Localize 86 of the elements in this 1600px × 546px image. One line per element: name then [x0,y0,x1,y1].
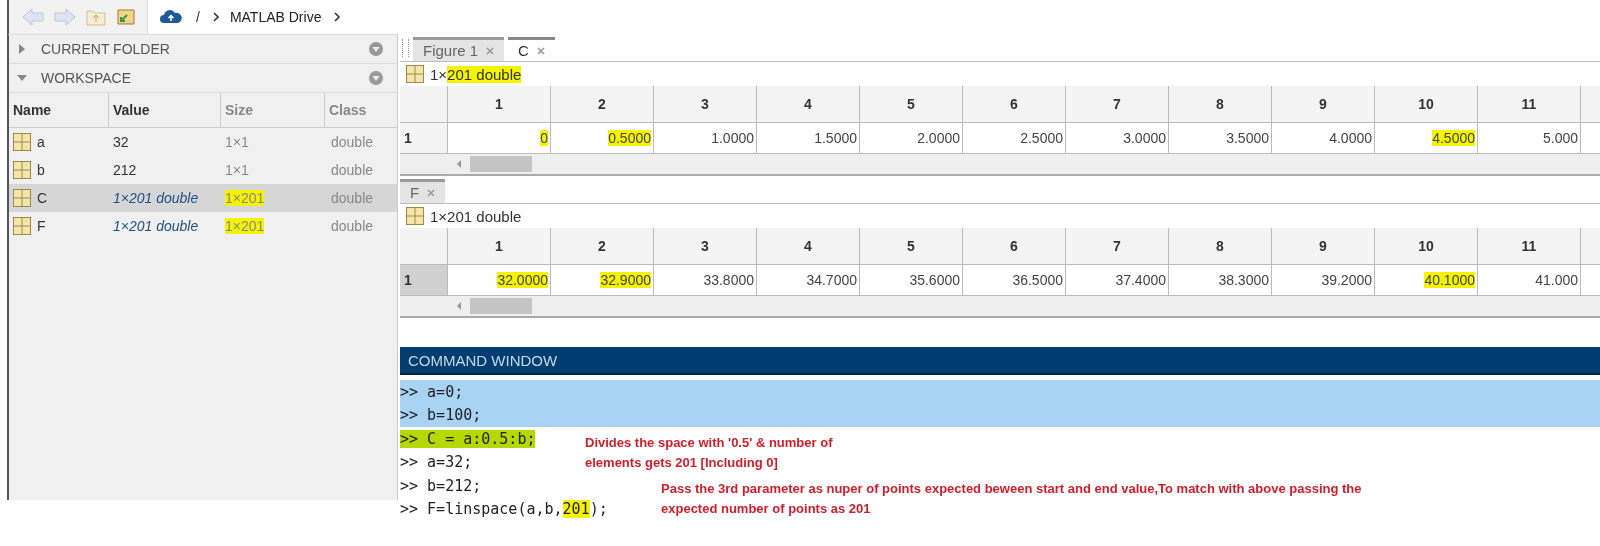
table-cell: 5.000 [1478,123,1581,153]
options-icon[interactable] [369,71,383,85]
tab-label: Figure 1 [423,42,479,59]
table-cell: 0 [448,123,551,153]
command-window-title: COMMAND WINDOW [400,347,1600,375]
column-header[interactable]: Value [109,93,221,127]
variable-name: F [37,218,46,234]
options-icon[interactable] [369,42,383,56]
variable-class: double [330,190,375,206]
table-cell: 36.5000 [963,265,1066,295]
tab-label: C [518,42,529,59]
table-cell: 37.4000 [1066,265,1169,295]
annotation-note: Pass the 3rd parameter as nuper of points expected beween start and end value,To match with above passing the expected number of points as 201 [661,480,1362,518]
variable-size: 1×1 [224,162,250,178]
row-header[interactable]: 1 [400,123,448,153]
table-cell: 35.6000 [860,265,963,295]
variable-class: double [330,162,375,178]
chevron-right-icon[interactable] [333,12,342,22]
table-cell: 3.5000 [1169,123,1272,153]
variable-value: 212 [112,162,138,178]
forward-arrow-icon[interactable] [53,7,77,27]
table-cell: 32.9000 [551,265,654,295]
command-line: >> b=212; [400,475,482,497]
column-header[interactable]: Name [9,93,109,127]
tab-label: F [410,184,420,201]
variable-size: 1×201 [224,218,266,234]
workspace-row[interactable]: a 32 1×1 double [9,128,397,156]
close-icon[interactable] [536,46,545,55]
workspace-row[interactable]: F 1×201 double 1×201 double [9,212,397,240]
variable-value: 32 [112,134,130,150]
variable-size: 1×1 [224,134,250,150]
scrollbar-thumb[interactable] [470,298,532,314]
editor-tab[interactable]: Figure 1 [413,37,505,61]
folder-up-icon[interactable] [85,7,107,27]
command-line: >> a=32; [400,452,473,474]
cloud-icon[interactable] [160,10,182,24]
table-cell: 2.5000 [963,123,1066,153]
variable-size: 1×201 [224,190,266,206]
table-cell: 3.0000 [1066,123,1169,153]
panel-section-header[interactable]: CURRENT FOLDER [9,35,397,64]
browse-folder-icon[interactable] [115,7,137,27]
table-cell: 1.0000 [654,123,757,153]
variable-dimensions: 1×201 double [430,207,522,225]
chevron-right-icon[interactable] [211,12,220,22]
table-cell: 33.8000 [654,265,757,295]
scroll-left-icon[interactable] [456,301,462,311]
table-cell: 0.5000 [551,123,654,153]
variable-icon [13,189,31,207]
editor-tab[interactable]: F [400,179,446,203]
variable-name: b [37,162,45,178]
variable-icon [13,161,31,179]
annotation-note: Divides the space with '0.5' & number of elements gets 201 [Including 0] [585,434,833,472]
row-header[interactable]: 1 [400,265,448,295]
close-icon[interactable] [427,188,436,197]
table-cell: 1.5000 [757,123,860,153]
variable-class: double [330,134,375,150]
table-cell: 2.0000 [860,123,963,153]
workspace-row[interactable]: b 212 1×1 double [9,156,397,184]
table-cell: 4.0000 [1272,123,1375,153]
table-cell: 40.1000 [1375,265,1478,295]
path-separator: / [196,9,200,25]
scroll-left-icon[interactable] [456,159,462,169]
variable-name: C [37,190,48,206]
variable-name: a [37,134,45,150]
table-cell: 34.7000 [757,265,860,295]
table-cell: 4.5000 [1375,123,1478,153]
variable-class: double [330,218,375,234]
table-cell: 39.2000 [1272,265,1375,295]
table-cell: 38.3000 [1169,265,1272,295]
variable-value: 1×201 double [112,190,200,206]
close-icon[interactable] [486,46,495,55]
breadcrumb-location[interactable]: MATLAB Drive [229,9,322,25]
workspace-row[interactable]: C 1×201 double 1×201 double [9,184,397,212]
variable-icon [13,133,31,151]
drag-grip[interactable] [402,39,409,57]
triangle-down-icon [17,73,27,83]
triangle-right-icon [17,44,27,54]
variable-icon [406,207,424,225]
back-arrow-icon[interactable] [21,7,45,27]
table-cell: 41.000 [1478,265,1581,295]
scrollbar-thumb[interactable] [470,156,532,172]
variable-value: 1×201 double [112,218,200,234]
variable-icon [406,65,424,83]
command-line: >> F=linspace(a,b,201); [400,499,608,521]
variable-icon [13,217,31,235]
table-cell: 32.0000 [448,265,551,295]
